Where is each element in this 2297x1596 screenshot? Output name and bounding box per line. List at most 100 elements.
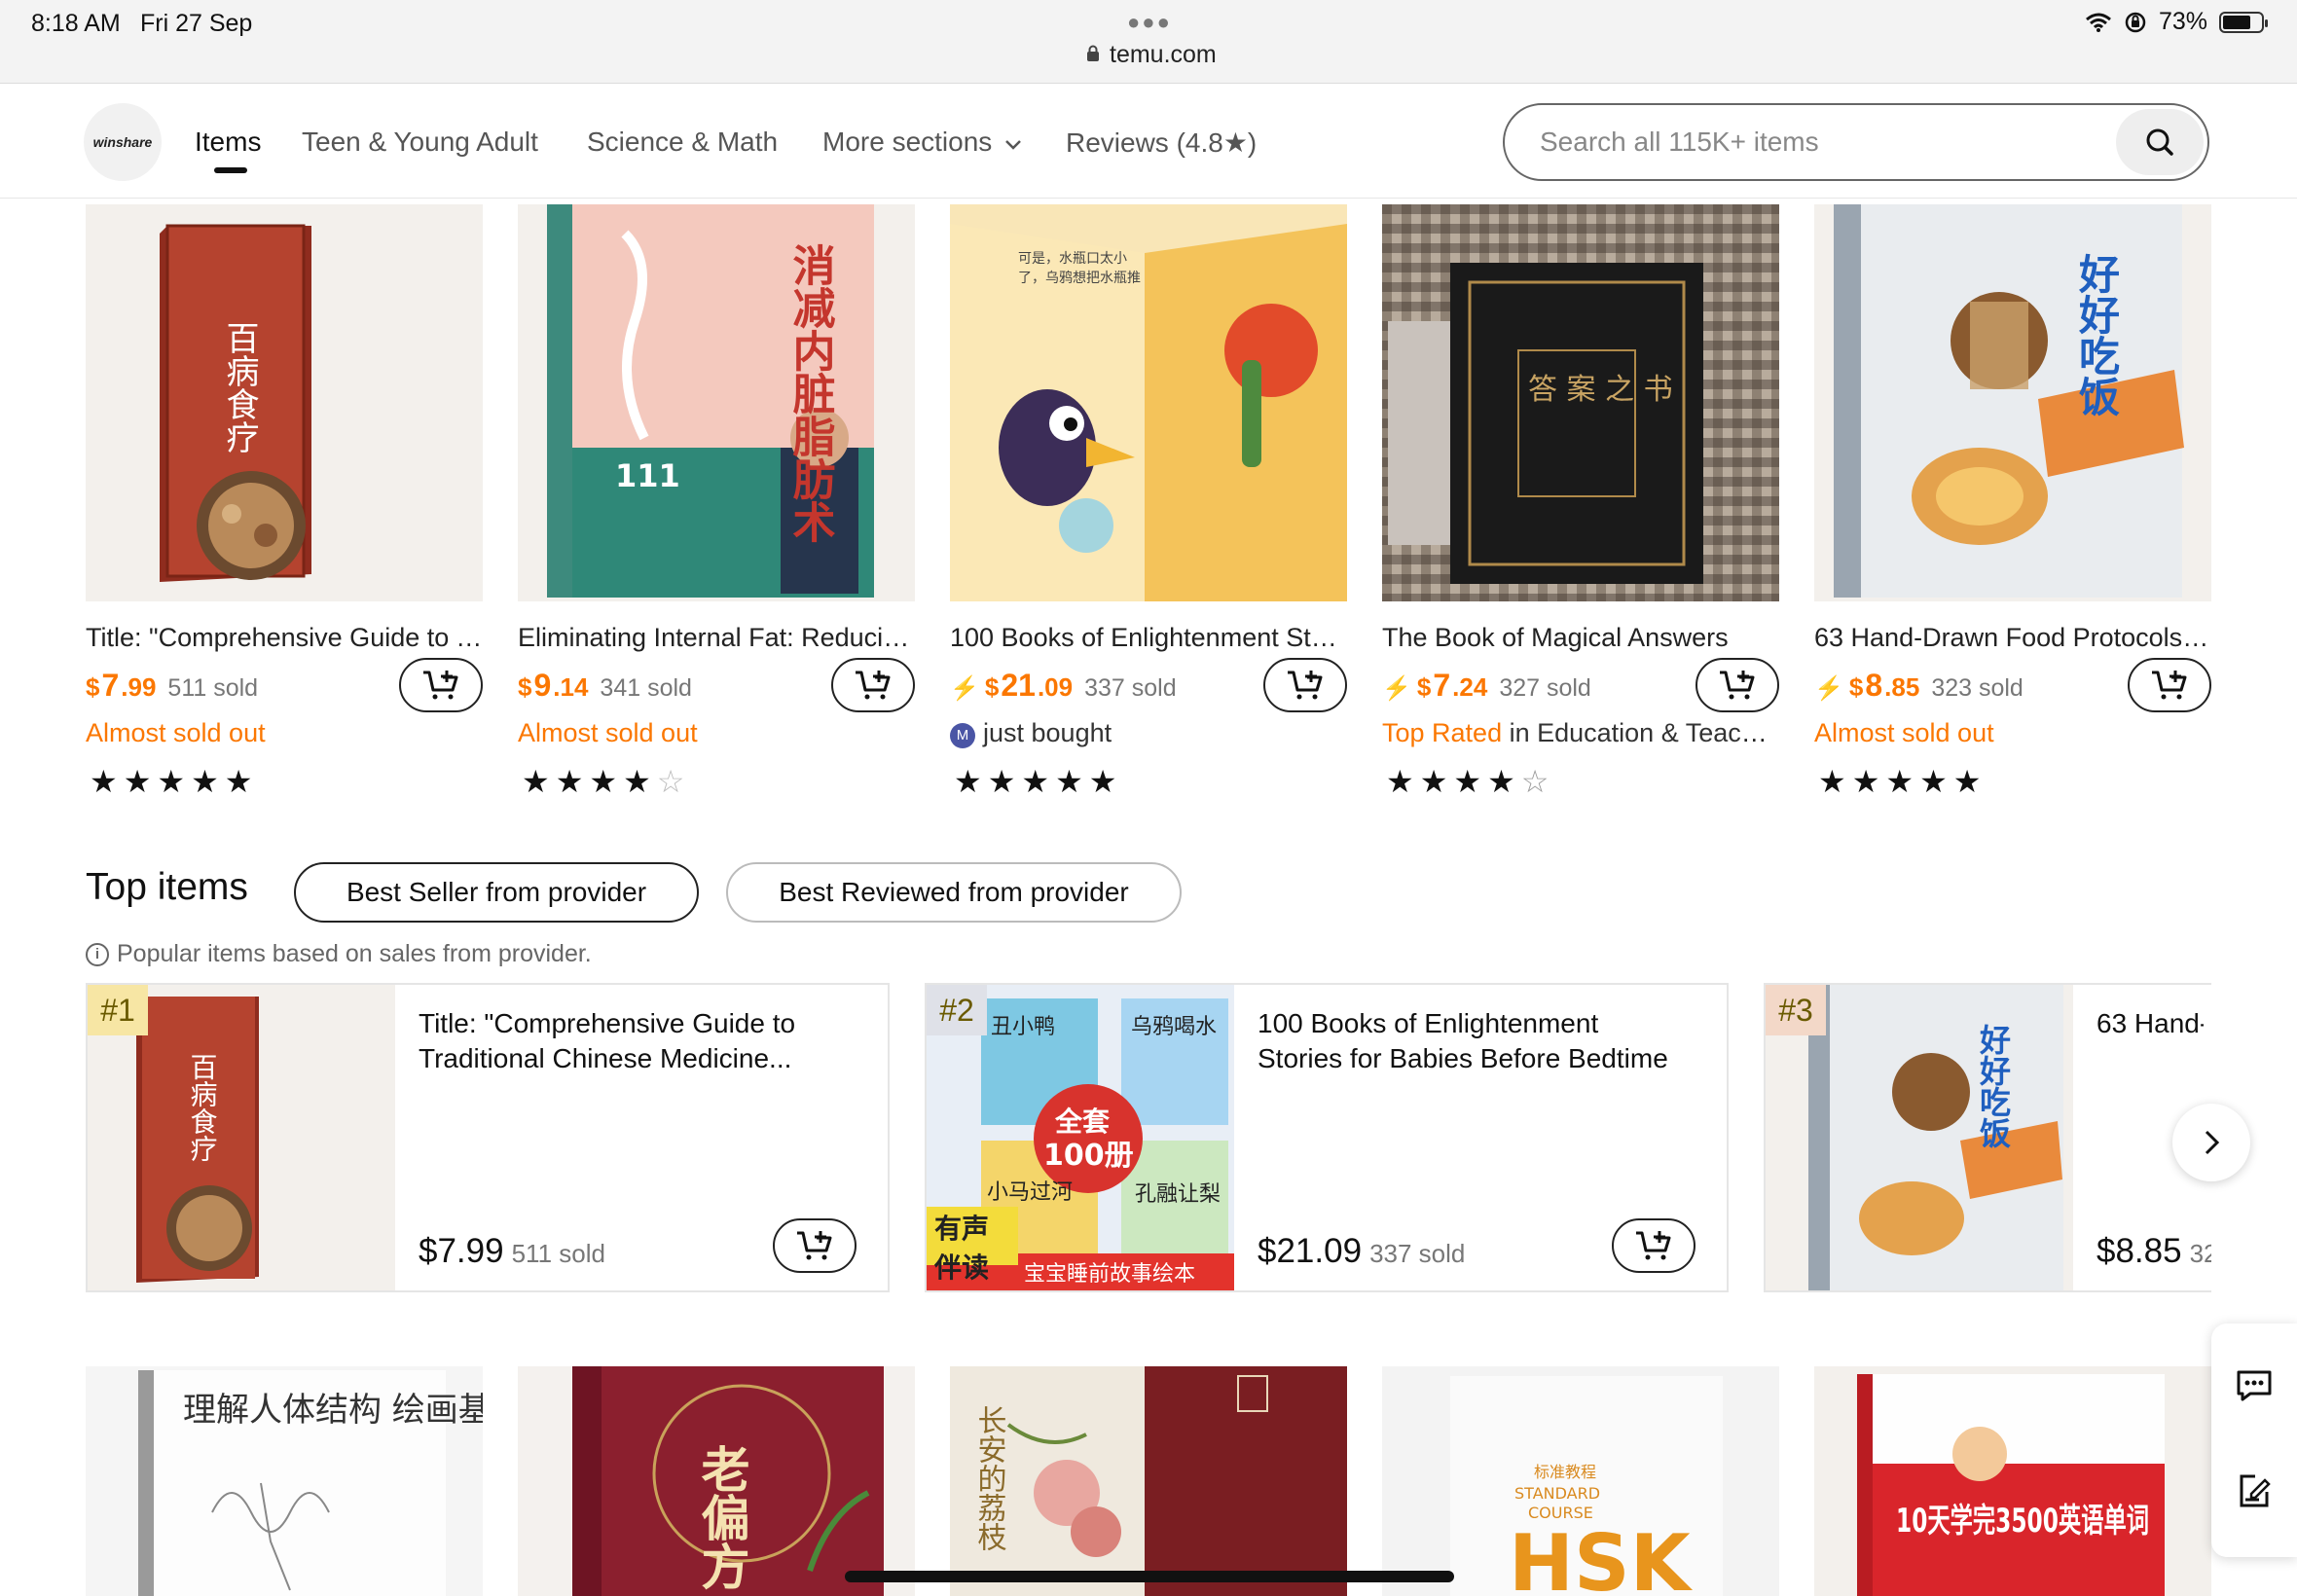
add-to-cart-icon: [856, 671, 891, 700]
product-title[interactable]: The Book of Magical Answers: [1382, 623, 1779, 653]
product-title[interactable]: Eliminating Internal Fat: Reducing Visce…: [518, 623, 915, 653]
add-to-cart-button[interactable]: [399, 658, 483, 712]
top-item-card[interactable]: 好好吃饭 #3 63 Hand-Drawn Food Protocols: De…: [1764, 983, 2211, 1292]
cover-title: 老偏方: [694, 1444, 751, 1590]
store-nav-bar: winshare Items Teen & Young Adult Scienc…: [0, 84, 2297, 199]
status-time: 8:18 AM: [31, 10, 121, 37]
search-button[interactable]: [2116, 109, 2204, 175]
top-item-title[interactable]: 100 Books of Enlightenment Stories for B…: [1258, 1006, 1686, 1076]
status-indicators: 73%: [2085, 8, 2268, 36]
cover-label: 宝宝睡前故事绘本: [1024, 1262, 1195, 1287]
sold-count: 327 sold: [1499, 674, 1591, 702]
best-reviewed-pill[interactable]: Best Reviewed from provider: [726, 862, 1182, 923]
price-cents: .99: [121, 672, 157, 702]
top-items-heading: Top items: [86, 866, 248, 908]
search-input[interactable]: [1540, 123, 2046, 162]
best-seller-pill[interactable]: Best Seller from provider: [294, 862, 699, 923]
product-image[interactable]: 可是，水瓶口太小 了，乌鸦想把水瓶推: [950, 204, 1347, 601]
price-whole: 21: [1001, 668, 1036, 703]
more-dots-icon[interactable]: ●●●: [1127, 10, 1172, 35]
cover-title: 答 案 之 书: [1528, 373, 1673, 407]
add-to-cart-button[interactable]: [831, 658, 915, 712]
status-date: Fri 27 Sep: [140, 10, 253, 37]
cover-label: 伴读: [933, 1251, 989, 1284]
status-text: just bought: [983, 718, 1112, 747]
price-currency: $: [984, 672, 1000, 702]
product-image[interactable]: 答 案 之 书: [1382, 204, 1779, 601]
browser-status-bar: 8:18 AM Fri 27 Sep ●●● temu.com 73%: [0, 0, 2297, 84]
product-image[interactable]: 10天学完3500英语单词: [1814, 1366, 2211, 1596]
tab-more-sections[interactable]: More sections: [822, 127, 1023, 158]
price-text: $8.85: [2096, 1232, 2182, 1270]
cover-label: 有声: [934, 1213, 989, 1245]
cover-label: 孔融让梨: [1135, 1182, 1221, 1207]
search-icon: [2146, 128, 2173, 156]
tab-teen-young-adult[interactable]: Teen & Young Adult: [302, 127, 538, 158]
chat-icon: [2237, 1370, 2272, 1401]
top-item-card[interactable]: 丑小鸭 乌鸦喝水 全套 100册 小马过河 孔融让梨 有声 伴读 宝宝睡前故事绘…: [925, 983, 1729, 1292]
price-text: $21.09: [1258, 1232, 1363, 1270]
note-text: Popular items based on sales from provid…: [117, 940, 592, 967]
home-indicator: [845, 1571, 1454, 1582]
top-item-title[interactable]: 63 Hand-Drawn Food Protocols: Delicious: [2096, 1006, 2204, 1041]
add-to-cart-button[interactable]: [1695, 658, 1779, 712]
edit-icon: [2240, 1474, 2271, 1507]
ranking-status: Top Rated in Education & Teaching: [1382, 718, 1779, 748]
cover-title: 理解人体结构 绘画基础: [183, 1391, 483, 1430]
buyer-avatar: M: [950, 723, 975, 748]
top-item-title[interactable]: Title: "Comprehensive Guide to Tradition…: [419, 1006, 847, 1076]
product-title[interactable]: 63 Hand-Drawn Food Protocols: Delicious: [1814, 623, 2211, 653]
product-title[interactable]: 100 Books of Enlightenment Stories for B…: [950, 623, 1347, 653]
active-tab-underline: [214, 167, 247, 173]
product-image[interactable]: 老偏方: [518, 1366, 915, 1596]
recent-purchase-status: Mjust bought: [950, 718, 1347, 748]
sold-count: 337 sold: [1369, 1239, 1466, 1268]
add-to-cart-icon: [2152, 671, 2187, 700]
rank-badge: #2: [927, 985, 987, 1035]
product-image[interactable]: 长安的荔枝: [950, 1366, 1347, 1596]
floating-tools: [2211, 1324, 2297, 1557]
info-icon: i: [86, 942, 109, 966]
price-cents: .09: [1037, 672, 1074, 702]
cover-title: 消减内脏脂肪术: [785, 243, 836, 543]
add-to-cart-button[interactable]: [1263, 658, 1347, 712]
sold-count: 323 sold: [2189, 1239, 2211, 1268]
cover-label: 100册: [1043, 1139, 1134, 1173]
price-whole: 7: [1433, 668, 1451, 703]
book-cover-illustration: 理解人体结构 绘画基础: [86, 1366, 483, 1596]
address-bar-url[interactable]: temu.com: [1110, 41, 1217, 69]
battery-percent: 73%: [2158, 8, 2207, 35]
product-image[interactable]: 消减内脏脂肪术 111: [518, 204, 915, 601]
cover-label: 丑小鸭: [991, 1015, 1055, 1039]
product-image[interactable]: 理解人体结构 绘画基础: [86, 1366, 483, 1596]
product-image[interactable]: 好好吃饭: [1814, 204, 2211, 601]
add-to-cart-icon: [1636, 1231, 1671, 1260]
star-rating: ★★★★★: [1818, 764, 1987, 799]
product-price: $9.14 341 sold: [518, 668, 692, 704]
sold-count: 511 sold: [511, 1239, 605, 1268]
chat-button[interactable]: [2233, 1364, 2276, 1407]
svg-text:111: 111: [615, 457, 680, 494]
top-item-card[interactable]: 百病食疗 #1 Title: "Comprehensive Guide to T…: [86, 983, 890, 1292]
carousel-next-button[interactable]: [2172, 1104, 2250, 1181]
add-to-cart-button[interactable]: [773, 1218, 857, 1273]
book-cover-illustration: 好好吃饭: [1814, 204, 2211, 601]
add-to-cart-icon: [1288, 671, 1323, 700]
price-whole: 7: [101, 668, 120, 703]
store-logo[interactable]: winshare: [84, 103, 162, 181]
product-image[interactable]: 百病食疗: [86, 204, 483, 601]
cover-title: 10天学完3500英语单词: [1896, 1502, 2149, 1541]
tab-reviews[interactable]: Reviews (4.8★): [1066, 127, 1257, 159]
tab-more-sections-label: More sections: [822, 127, 993, 157]
product-price: ⚡ $7.24 327 sold: [1382, 668, 1591, 704]
product-image[interactable]: 标准教程 STANDARD COURSE HSK: [1382, 1366, 1779, 1596]
add-to-cart-button[interactable]: [2128, 658, 2211, 712]
top-item-price: $8.85 323 sold: [2096, 1232, 2211, 1271]
tab-items[interactable]: Items: [195, 127, 261, 158]
add-to-cart-button[interactable]: [1612, 1218, 1695, 1273]
edit-note-button[interactable]: [2233, 1469, 2276, 1512]
tab-science-math[interactable]: Science & Math: [587, 127, 778, 158]
price-currency: $: [1848, 672, 1864, 702]
product-title[interactable]: Title: "Comprehensive Guide to Tradition…: [86, 623, 483, 653]
stock-status: Almost sold out: [1814, 718, 1994, 747]
